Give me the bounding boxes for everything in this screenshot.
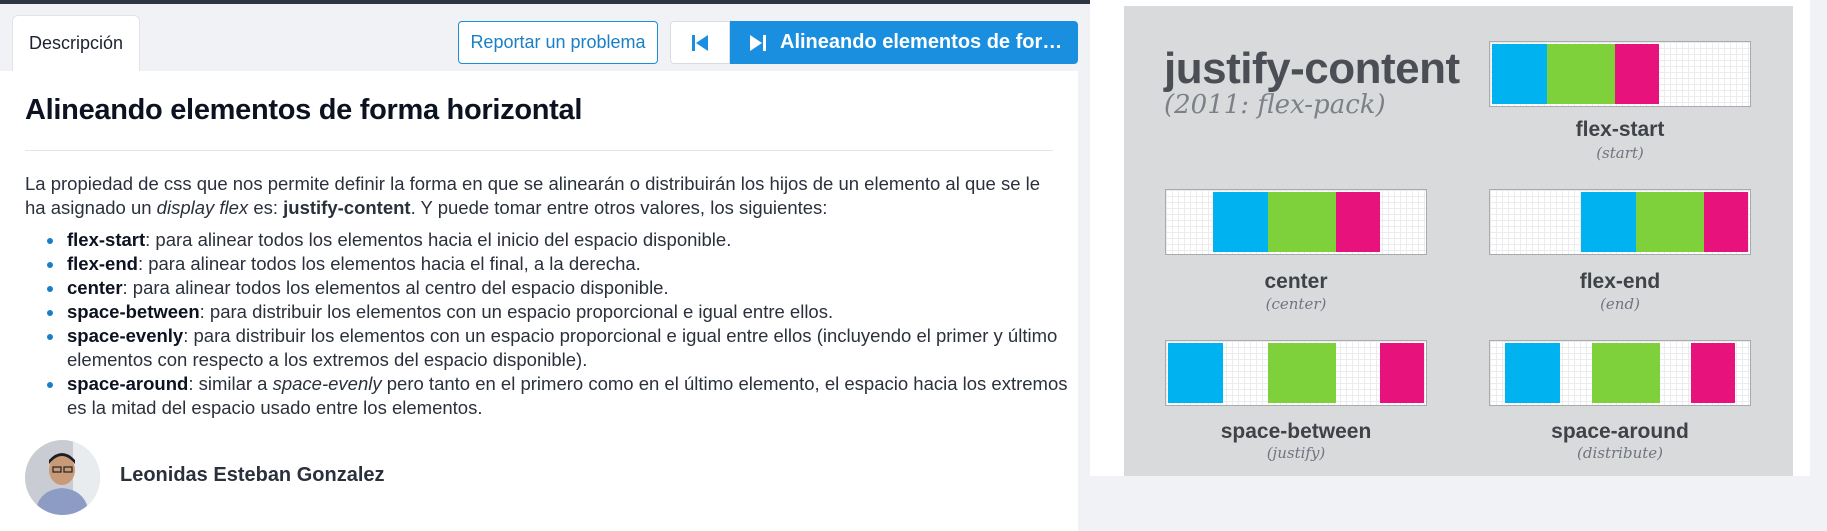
blue-block [1168,343,1223,403]
item-term: space-around [67,373,189,394]
item-desc: : similar a [188,373,273,394]
intro-text: es: [248,197,284,218]
list-item: space-around: similar a space-evenly per… [65,372,1085,420]
green-block [1268,192,1336,252]
pink-block [1336,192,1380,252]
item-desc: : para alinear todos los elementos hacia… [145,229,732,250]
pink-block [1691,343,1735,403]
blue-block [1581,192,1636,252]
panel-sublabel: (center) [1265,295,1327,313]
panel-sublabel: (justify) [1266,444,1326,462]
panel-label: flex-start [1575,118,1665,141]
next-lesson-button[interactable]: Alineando elementos de for… [730,21,1078,64]
top-strip [0,0,1090,4]
illustration-subtitle: (2011: flex-pack) [1164,90,1386,120]
next-lesson-label: Alineando elementos de for… [780,31,1063,53]
panel-sublabel: (start) [1596,144,1644,162]
divider [25,150,1053,151]
pink-block [1380,343,1424,403]
space-around-box [1489,340,1751,406]
tab-descripcion[interactable]: Descripción [12,15,140,71]
green-block [1547,44,1615,104]
lesson-intro: La propiedad de css que nos permite defi… [25,172,1055,220]
intro-keyword: justify-content [283,197,411,218]
blue-block [1213,192,1268,252]
list-item: space-evenly: para distribuir los elemen… [65,324,1085,372]
panel-label: space-between [1220,420,1372,443]
intro-text: . Y puede tomar entre otros valores, los… [410,197,828,218]
green-block [1592,343,1660,403]
space-between-box [1165,340,1427,406]
skip-previous-icon [692,34,708,51]
list-item: space-between: para distribuir los eleme… [65,300,1085,324]
item-term: space-evenly [67,325,184,346]
list-item: center: para alinear todos los elementos… [65,276,1085,300]
item-term: center [67,277,123,298]
item-term: flex-end [67,253,138,274]
author-name: Leonidas Esteban Gonzalez [120,464,385,486]
item-desc: : para distribuir los elementos con un e… [199,301,834,322]
item-term: flex-start [67,229,146,250]
panel-label: space-around [1551,420,1689,443]
flex-end-box [1489,189,1751,255]
panel-sublabel: (end) [1600,295,1640,313]
item-term: space-between [67,301,200,322]
list-item: flex-end: para alinear todos los element… [65,252,1085,276]
avatar[interactable] [25,440,100,515]
lesson-title: Alineando elementos de forma horizontal [25,94,583,126]
panel-label: flex-end [1579,270,1661,293]
skip-next-icon [750,34,766,51]
blue-block [1505,343,1560,403]
report-problem-button[interactable]: Reportar un problema [458,21,658,64]
item-desc: : para alinear todos los elementos hacia… [137,253,641,274]
previous-lesson-button[interactable] [670,21,730,64]
panel-sublabel: (distribute) [1577,444,1663,462]
list-item: flex-start: para alinear todos los eleme… [65,228,1085,252]
green-block [1268,343,1336,403]
green-block [1636,192,1704,252]
user-photo-icon [25,440,100,515]
justify-content-illustration: justify-content (2011: flex-pack) flex-s… [1124,6,1793,476]
lesson-panel: Descripción Reportar un problema Alinean… [0,0,1078,531]
item-desc: : para distribuir los elementos con un e… [67,325,1058,370]
center-box [1165,189,1427,255]
panel-label: center [1264,270,1328,293]
blue-block [1492,44,1547,104]
intro-emphasis: display flex [156,197,249,218]
tab-bar: Descripción Reportar un problema Alinean… [0,4,1078,71]
pink-block [1704,192,1748,252]
illustration-title: justify-content [1164,44,1460,93]
item-desc: : para alinear todos los elementos al ce… [122,277,669,298]
values-list: flex-start: para alinear todos los eleme… [40,228,1085,420]
item-desc-emphasis: space-evenly [272,373,382,394]
pink-block [1615,44,1659,104]
flex-start-box [1489,41,1751,107]
